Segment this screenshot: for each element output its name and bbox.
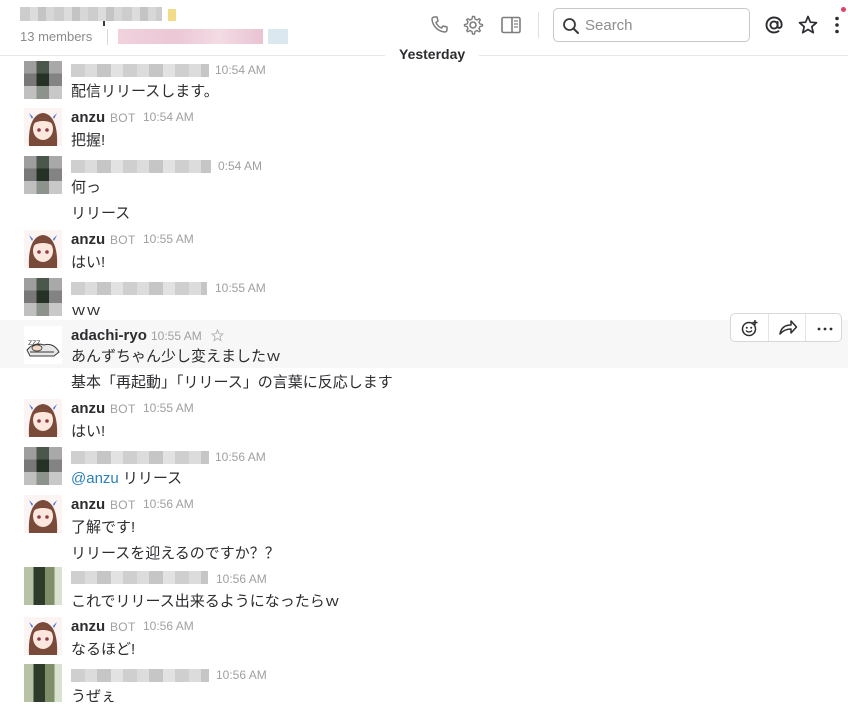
user-mention[interactable]: @anzu <box>71 470 119 487</box>
sender-name[interactable]: adachi-ryo <box>71 327 147 344</box>
message-text: @anzu リリース <box>71 467 182 488</box>
message-timestamp[interactable]: 10:54 AM <box>215 63 266 77</box>
sender-name-redacted[interactable] <box>71 451 209 464</box>
day-divider: Yesterday <box>385 45 480 63</box>
svg-text:ZZZ: ZZZ <box>28 340 40 347</box>
message-timestamp[interactable]: 10:54 AM <box>143 110 194 124</box>
message-timestamp[interactable]: 10:56 AM <box>143 497 194 511</box>
message-text: うぜぇ <box>71 688 117 705</box>
bot-badge: BOT <box>110 620 136 634</box>
sender-name-redacted[interactable] <box>71 669 209 682</box>
notification-dot <box>841 7 846 12</box>
header-separator <box>107 29 108 45</box>
message-timestamp[interactable]: 10:56 AM <box>143 619 194 633</box>
sender-name[interactable]: anzu <box>71 109 105 126</box>
anzu-avatar[interactable] <box>24 495 62 533</box>
avatar[interactable] <box>24 567 62 605</box>
message-text: 何っ <box>71 179 102 196</box>
message-timestamp[interactable]: 10:55 AM <box>215 281 266 295</box>
sender-name-redacted[interactable] <box>71 64 209 77</box>
at-sign-icon[interactable] <box>763 14 785 36</box>
header-divider <box>538 12 539 38</box>
bot-badge: BOT <box>110 402 136 416</box>
message-text: なるほど! <box>71 641 136 658</box>
message-text: これでリリース出来るようになったらｗ <box>71 593 340 610</box>
bot-badge: BOT <box>110 498 136 512</box>
sender-name[interactable]: anzu <box>71 400 105 417</box>
message-text: あんずちゃん少し変えましたｗ <box>71 348 282 365</box>
avatar[interactable] <box>24 664 62 702</box>
channel-name-redacted[interactable] <box>20 7 162 21</box>
more-vertical-icon[interactable] <box>828 14 846 36</box>
message-text: 基本「再起動」「リリース」の言葉に反応します <box>71 374 393 391</box>
gear-icon[interactable] <box>462 14 484 36</box>
sidebar-toggle-icon[interactable] <box>500 14 522 36</box>
sender-name-redacted[interactable] <box>71 571 208 584</box>
channel-emoji <box>168 9 176 21</box>
share-icon <box>779 320 798 335</box>
message-timestamp[interactable]: 10:55 AM <box>143 232 194 246</box>
message-text: 了解です! <box>71 519 136 536</box>
star-icon[interactable] <box>797 14 819 36</box>
more-horizontal-icon <box>817 327 833 331</box>
avatar[interactable] <box>24 156 62 194</box>
share-message-button[interactable] <box>768 314 805 341</box>
search-box[interactable] <box>553 8 750 42</box>
bot-badge: BOT <box>110 111 136 125</box>
header-tick <box>103 21 105 26</box>
message-timestamp[interactable]: 10:56 AM <box>216 668 267 682</box>
add-reaction-button[interactable] <box>731 314 768 341</box>
sender-name-redacted[interactable] <box>71 282 207 295</box>
star-message-icon[interactable] <box>211 329 224 342</box>
message-text: はい! <box>71 254 106 271</box>
channel-topic-redacted-2 <box>268 29 288 44</box>
message-text: 把握! <box>71 132 106 149</box>
channel-topic-redacted[interactable] <box>118 29 263 44</box>
message-timestamp[interactable]: 10:56 AM <box>215 450 266 464</box>
anzu-avatar[interactable] <box>24 399 62 437</box>
channel-view: 13 members Yesterday <box>0 0 848 713</box>
message-text: 配信リリースします。 <box>71 83 219 100</box>
more-actions-button[interactable] <box>805 314 842 341</box>
message-text: リリースを迎えるのですか？？ <box>71 545 280 562</box>
message-timestamp[interactable]: 10:56 AM <box>216 572 267 586</box>
sender-name-redacted[interactable] <box>71 160 211 173</box>
anzu-avatar[interactable] <box>24 230 62 268</box>
sender-name[interactable]: anzu <box>71 496 105 513</box>
message-actions <box>730 313 842 342</box>
add-reaction-icon <box>741 320 758 337</box>
member-count[interactable]: 13 members <box>20 29 92 44</box>
sender-name[interactable]: anzu <box>71 618 105 635</box>
phone-icon[interactable] <box>428 14 450 36</box>
message-text: リリース <box>71 205 131 222</box>
message-timestamp[interactable]: 10:55 AM <box>143 401 194 415</box>
anzu-avatar[interactable] <box>24 617 62 655</box>
avatar[interactable] <box>24 447 62 485</box>
message-timestamp[interactable]: 10:55 AM <box>151 329 202 343</box>
search-input[interactable] <box>585 15 745 35</box>
message-timestamp[interactable]: 0:54 AM <box>218 159 262 173</box>
message-text: ｗｗ <box>71 302 102 319</box>
message-text: はい! <box>71 423 106 440</box>
search-icon <box>563 18 579 34</box>
sender-name[interactable]: anzu <box>71 231 105 248</box>
avatar[interactable] <box>24 61 62 99</box>
message-text-rest: リリース <box>118 470 183 487</box>
bot-badge: BOT <box>110 233 136 247</box>
anzu-avatar[interactable] <box>24 108 62 146</box>
avatar[interactable] <box>24 278 62 316</box>
adachi-ryo-avatar[interactable]: ZZZ <box>24 326 62 364</box>
